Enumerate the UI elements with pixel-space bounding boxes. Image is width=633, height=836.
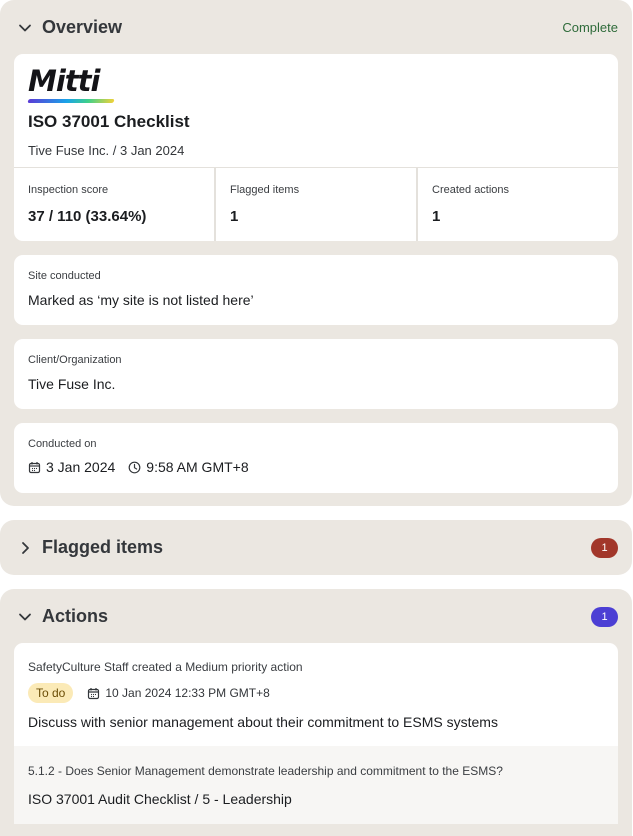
calendar-icon — [87, 687, 100, 700]
stats-row: Inspection score 37 / 110 (33.64%) Flagg… — [14, 167, 618, 241]
stat-value: 37 / 110 (33.64%) — [28, 208, 147, 225]
flagged-items-header[interactable]: Flagged items 1 — [0, 520, 632, 575]
client-organization-card: Client/Organization Tive Fuse Inc. — [14, 339, 618, 409]
action-source: 5.1.2 - Does Senior Management demonstra… — [14, 746, 618, 824]
overview-header[interactable]: Overview Complete — [0, 0, 632, 55]
status-badge: To do — [28, 683, 74, 703]
action-due-text: 10 Jan 2024 12:33 PM GMT+8 — [105, 686, 270, 700]
stat-label: Flagged items — [230, 184, 300, 196]
flagged-items-title: Flagged items — [42, 537, 164, 557]
conducted-datetime: 3 Jan 2024 9:58 AM GMT+8 — [28, 459, 249, 475]
conducted-on-card: Conducted on 3 Jan 2024 9:58 AM GMT+8 — [14, 423, 618, 493]
field-label: Site conducted — [28, 270, 101, 282]
field-value: Marked as ‘my site is not listed here’ — [28, 292, 254, 308]
logo-wordmark: Mitti — [28, 64, 100, 98]
flagged-count-badge: 1 — [591, 537, 618, 558]
action-meta: To do 10 Jan 2024 12:33 PM GMT+8 — [28, 683, 270, 703]
field-label: Conducted on — [28, 438, 97, 450]
logo-underline — [27, 99, 115, 103]
action-path: ISO 37001 Audit Checklist / 5 - Leadersh… — [28, 791, 292, 807]
actions-header[interactable]: Actions 1 — [0, 589, 632, 644]
stat-value: 1 — [432, 208, 441, 225]
action-card[interactable]: SafetyCulture Staff created a Medium pri… — [14, 643, 618, 824]
stat-flagged-items[interactable]: Flagged items 1 — [216, 168, 418, 241]
action-creator: SafetyCulture Staff created a Medium pri… — [28, 660, 303, 674]
actions-section: Actions 1 SafetyCulture Staff created a … — [0, 589, 632, 836]
action-description: Discuss with senior management about the… — [28, 714, 498, 730]
stat-created-actions[interactable]: Created actions 1 — [418, 168, 618, 241]
flagged-items-section: Flagged items 1 — [0, 520, 632, 575]
conducted-time: 9:58 AM GMT+8 — [146, 459, 249, 475]
clock-icon — [128, 461, 141, 474]
site-conducted-card: Site conducted Marked as ‘my site is not… — [14, 255, 618, 325]
chevron-right-icon[interactable] — [16, 539, 34, 557]
company-logo: Mitti — [27, 64, 123, 104]
field-value: Tive Fuse Inc. — [28, 376, 116, 392]
stat-inspection-score: Inspection score 37 / 110 (33.64%) — [14, 168, 216, 241]
status-complete: Complete — [562, 20, 618, 35]
chevron-down-icon[interactable] — [16, 608, 34, 626]
stat-label: Created actions — [432, 184, 510, 196]
document-subtitle: Tive Fuse Inc. / 3 Jan 2024 — [28, 143, 185, 158]
actions-title: Actions — [42, 606, 109, 626]
stat-value: 1 — [230, 208, 239, 225]
conducted-date: 3 Jan 2024 — [46, 459, 116, 475]
action-due: 10 Jan 2024 12:33 PM GMT+8 — [87, 686, 270, 700]
overview-section: Overview Complete Mitti ISO 37001 Checkl… — [0, 0, 632, 506]
overview-title: Overview — [42, 17, 123, 37]
calendar-icon — [28, 461, 41, 474]
chevron-down-icon[interactable] — [16, 19, 34, 37]
field-label: Client/Organization — [28, 354, 122, 366]
actions-count-badge: 1 — [591, 606, 618, 627]
inspection-header-card: Mitti ISO 37001 Checklist Tive Fuse Inc.… — [14, 54, 618, 241]
action-question: 5.1.2 - Does Senior Management demonstra… — [28, 764, 503, 778]
stat-label: Inspection score — [28, 184, 109, 196]
document-title: ISO 37001 Checklist — [28, 112, 190, 131]
